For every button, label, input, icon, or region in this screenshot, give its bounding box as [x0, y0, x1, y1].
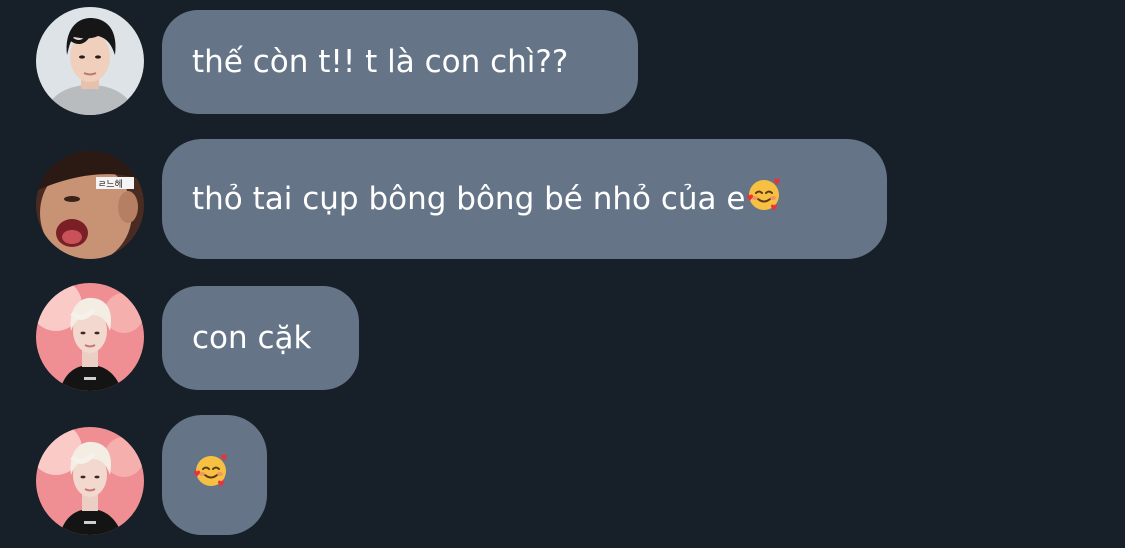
avatar[interactable] — [36, 283, 144, 391]
message-bubble[interactable]: thế còn t!! t là con chì?? — [162, 10, 638, 114]
message-bubble[interactable] — [162, 415, 267, 535]
avatar[interactable] — [36, 7, 144, 115]
avatar-blond-hair-image — [36, 283, 144, 391]
message-bubble[interactable]: thỏ tai cụp bông bông bé nhỏ của e — [162, 139, 887, 259]
smiling-face-with-hearts-icon — [193, 452, 229, 498]
smiling-face-with-hearts-icon — [746, 176, 782, 222]
avatar-blond-hair-image — [36, 427, 144, 535]
avatar-silly-face-image: ㄹ느헤 — [36, 151, 144, 259]
avatar-dark-hair-image — [36, 7, 144, 115]
message-text: thế còn t!! t là con chì?? — [192, 44, 569, 80]
message-bubble[interactable]: con cặk — [162, 286, 359, 390]
message-text: con cặk — [192, 320, 312, 356]
avatar-sticker-text: ㄹ느헤 — [98, 178, 123, 190]
avatar[interactable]: ㄹ느헤 — [36, 151, 144, 259]
avatar[interactable] — [36, 427, 144, 535]
message-text: thỏ tai cụp bông bông bé nhỏ của e — [192, 181, 746, 217]
chat-thread: thế còn t!! t là con chì?? ㄹ느헤 thỏ tai c… — [0, 0, 1125, 548]
